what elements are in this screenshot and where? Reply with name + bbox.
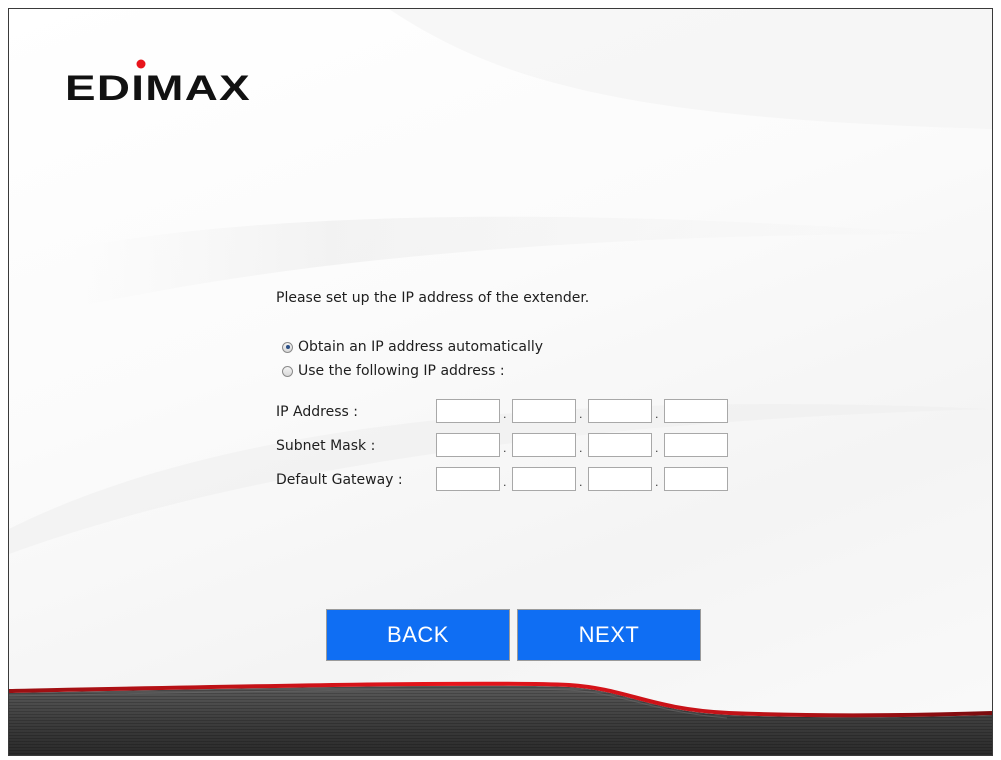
octet-separator: . [579,442,583,455]
octet-separator: . [503,442,507,455]
subnet-mask-label: Subnet Mask : [276,438,376,454]
octet-separator: . [579,476,583,489]
next-button[interactable]: NEXT [517,609,701,661]
subnet-mask-octet-2[interactable] [512,433,576,457]
edimax-logo: EDIMAX [65,59,251,108]
default-gateway-octet-1[interactable] [436,467,500,491]
subnet-mask-octet-3[interactable] [588,433,652,457]
intro-text: Please set up the IP address of the exte… [276,290,590,306]
default-gateway-octet-3[interactable] [588,467,652,491]
ip-address-octet-2[interactable] [512,399,576,423]
use-static-ip-option[interactable]: Use the following IP address : [282,363,505,379]
default-gateway-octet-4[interactable] [664,467,728,491]
octet-separator: . [503,408,507,421]
octet-separator: . [655,408,659,421]
obtain-ip-auto-label: Obtain an IP address automatically [298,339,544,355]
use-static-ip-label: Use the following IP address : [298,363,505,379]
octet-separator: . [655,476,659,489]
back-button[interactable]: BACK [326,609,510,661]
radio-selected-icon[interactable] [282,341,293,353]
octet-separator: . [655,442,659,455]
ip-address-octet-3[interactable] [588,399,652,423]
radio-unselected-icon[interactable] [282,365,293,377]
octet-separator: . [503,476,507,489]
footer-banner [9,681,992,755]
ip-address-octet-4[interactable] [664,399,728,423]
subnet-mask-octet-4[interactable] [664,433,728,457]
svg-text:EDIMAX: EDIMAX [65,69,251,108]
default-gateway-octet-2[interactable] [512,467,576,491]
octet-separator: . [579,408,583,421]
default-gateway-label: Default Gateway : [276,472,403,488]
ip-address-octet-1[interactable] [436,399,500,423]
ip-address-label: IP Address : [276,404,358,420]
obtain-ip-auto-option[interactable]: Obtain an IP address automatically [282,339,543,355]
subnet-mask-octet-1[interactable] [436,433,500,457]
setup-window: EDIMAX Please set up the IP address of t… [8,8,993,756]
